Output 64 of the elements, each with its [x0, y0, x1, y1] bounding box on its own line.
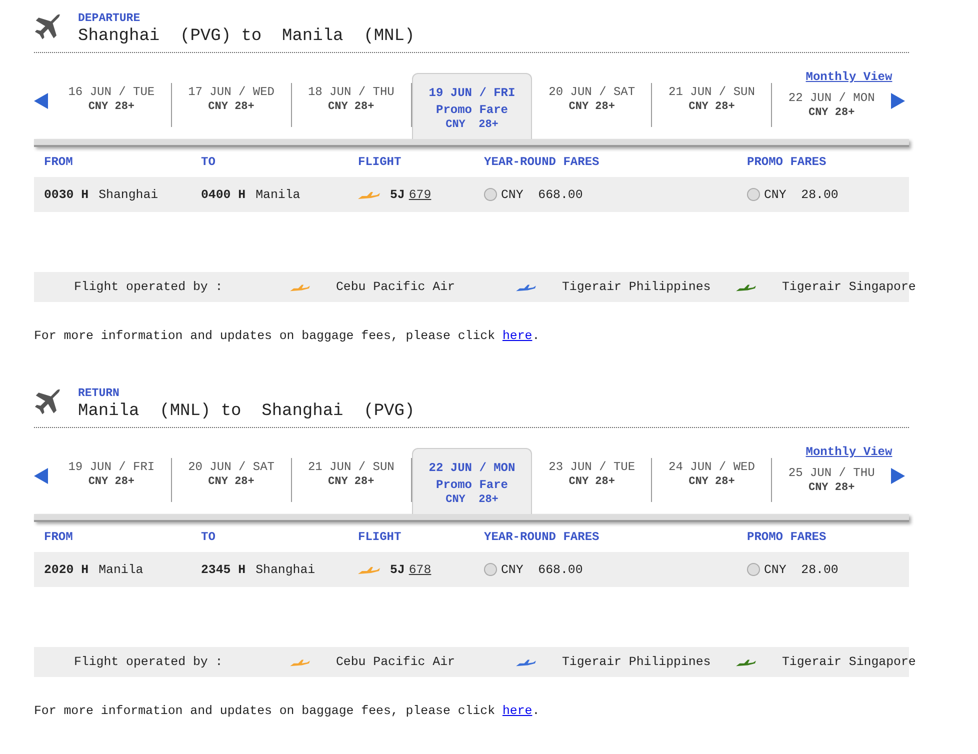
here-link[interactable]: here: [502, 704, 532, 718]
date-tab[interactable]: 20 JUN / SAT CNY 28+: [532, 83, 652, 127]
fare-amount: CNY 668.00: [501, 188, 583, 202]
previous-arrow-icon[interactable]: [34, 93, 48, 109]
date-tab[interactable]: 16 JUN / TUE CNY 28+: [52, 83, 172, 127]
date-tab[interactable]: 21 JUN / SUN CNY 28+: [652, 83, 772, 127]
destination-city: Manila: [256, 188, 300, 202]
carrier-code: 5J: [390, 188, 405, 202]
fare-amount: CNY 28.00: [764, 562, 838, 576]
carrier-code: 5J: [390, 562, 405, 576]
destination-city: Shanghai: [256, 562, 316, 576]
fare-amount: CNY 668.00: [501, 562, 583, 576]
column-header: PROMO FARES: [747, 530, 828, 544]
operated-by-label: Flight operated by :: [74, 280, 224, 294]
date-tab[interactable]: 17 JUN / WED CNY 28+: [172, 83, 292, 127]
column-header: TO: [201, 155, 216, 169]
column-header: FROM: [44, 155, 74, 169]
operated-by-label: Flight operated by :: [74, 655, 224, 669]
fare-amount: CNY 28.00: [764, 188, 838, 202]
route-title: Shanghai (PVG) to Manila (MNL): [78, 27, 415, 46]
arrival-time: 2345 H: [201, 562, 246, 576]
column-header: YEAR-ROUND FARES: [484, 530, 600, 544]
next-arrow-icon[interactable]: [891, 93, 905, 109]
baggage-info-text: For more information and updates on baggage fees, please click here.: [34, 704, 541, 718]
column-header: PROMO FARES: [747, 155, 828, 169]
date-tab[interactable]: 23 JUN / TUE CNY 28+: [532, 458, 652, 502]
arrival-time: 0400 H: [201, 188, 246, 202]
fare-radio[interactable]: [747, 563, 760, 576]
column-header: TO: [201, 530, 216, 544]
monthly-view-link[interactable]: Monthly View: [789, 70, 909, 84]
date-tab[interactable]: 24 JUN / WED CNY 28+: [652, 458, 772, 502]
flight-number-link[interactable]: 678: [408, 562, 432, 576]
route-title: Manila (MNL) to Shanghai (PVG): [78, 402, 415, 421]
fare-radio[interactable]: [484, 563, 497, 576]
date-tab[interactable]: 20 JUN / SAT CNY 28+: [172, 458, 292, 502]
column-header: FLIGHT: [358, 530, 402, 544]
date-tab[interactable]: 25 JUN / THU CNY 28+: [772, 458, 892, 502]
date-tab[interactable]: 19 JUN / FRI CNY 28+: [52, 458, 172, 502]
airline-name: Cebu Pacific Air: [336, 280, 455, 294]
airline-name: Tigerair Philippines: [562, 280, 711, 294]
date-tab[interactable]: 22 JUN / MON Promo Fare CNY 28+: [412, 448, 532, 514]
airline-name: Tigerair Singapore: [782, 280, 916, 294]
departure-time: 2020 H: [44, 562, 89, 576]
section-label: RETURN: [78, 387, 120, 400]
next-arrow-icon[interactable]: [891, 468, 905, 484]
column-header: YEAR-ROUND FARES: [484, 155, 600, 169]
section-label: DEPARTURE: [78, 12, 142, 25]
origin-city: Shanghai: [98, 188, 158, 202]
here-link[interactable]: here: [502, 329, 532, 343]
departure-time: 0030 H: [44, 188, 89, 202]
date-tab[interactable]: 22 JUN / MON CNY 28+: [772, 83, 892, 127]
fare-radio[interactable]: [747, 188, 760, 201]
monthly-view-link[interactable]: Monthly View: [789, 445, 909, 459]
airline-name: Tigerair Philippines: [562, 655, 711, 669]
date-tab[interactable]: 19 JUN / FRI Promo Fare CNY 28+: [412, 73, 532, 139]
column-header: FROM: [44, 530, 74, 544]
column-header: FLIGHT: [358, 155, 402, 169]
fare-radio[interactable]: [484, 188, 497, 201]
airline-name: Tigerair Singapore: [782, 655, 916, 669]
baggage-info-text: For more information and updates on baggage fees, please click here.: [34, 329, 541, 343]
origin-city: Manila: [98, 562, 144, 576]
flight-number-link[interactable]: 679: [408, 188, 432, 202]
previous-arrow-icon[interactable]: [34, 468, 48, 484]
airline-name: Cebu Pacific Air: [336, 655, 455, 669]
